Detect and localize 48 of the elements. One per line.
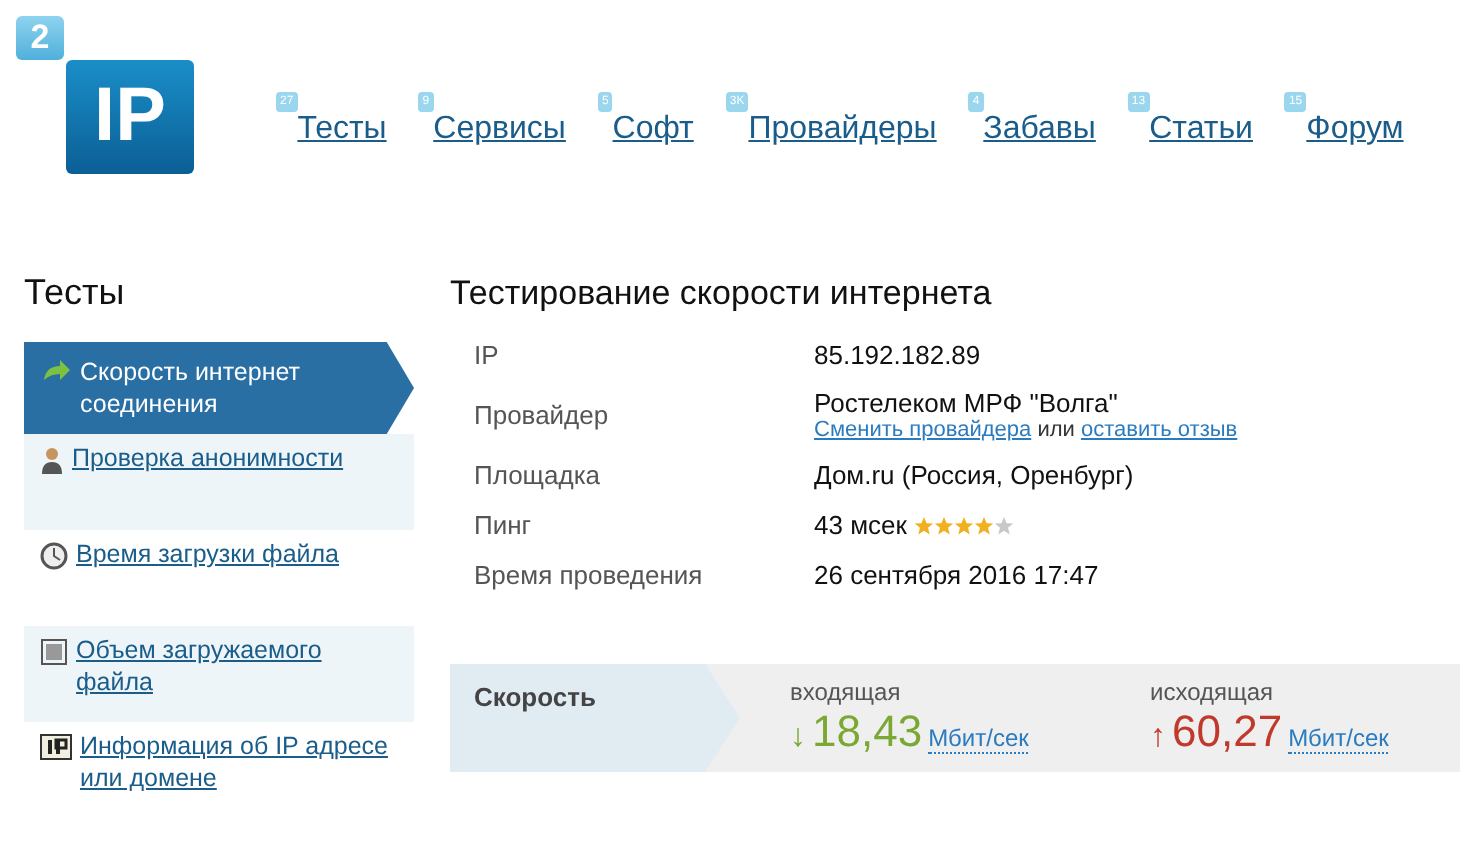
star-icon bbox=[914, 515, 935, 535]
speed-value: 18,43 bbox=[812, 706, 923, 758]
speed-caption: входящая bbox=[790, 678, 903, 706]
field-label: Провайдер bbox=[472, 400, 611, 430]
field-label: IP bbox=[472, 340, 501, 370]
nav-link[interactable]: Форум bbox=[1306, 112, 1404, 148]
speed-header: Скорость bbox=[450, 664, 740, 772]
nav-link[interactable]: Статьи bbox=[1149, 112, 1253, 148]
unit-link[interactable]: Мбит/сек bbox=[1288, 724, 1389, 754]
nav-link[interactable]: Софт bbox=[612, 112, 694, 148]
page-title: Тестирование скорости интернета bbox=[450, 274, 994, 314]
sidebar-item[interactable]: Информация об IP адресе или домене bbox=[24, 722, 414, 818]
arrow-icon bbox=[40, 360, 72, 384]
direction-arrow: ↑ bbox=[1150, 720, 1166, 756]
or-text: или bbox=[1037, 418, 1075, 442]
field-label: Время проведения bbox=[472, 560, 705, 590]
star-icon bbox=[954, 515, 975, 535]
star-icon bbox=[974, 515, 995, 535]
nav-link[interactable]: Сервисы bbox=[433, 112, 566, 148]
direction-arrow: ↓ bbox=[790, 720, 806, 756]
unit-link[interactable]: Мбит/сек bbox=[928, 724, 1029, 754]
review-link[interactable]: оставить отзыв bbox=[1080, 418, 1238, 442]
field-value: 43 мсек bbox=[814, 510, 907, 540]
file-size-icon bbox=[40, 638, 68, 666]
field-label: Пинг bbox=[472, 510, 534, 540]
nav-link[interactable]: Провайдеры bbox=[748, 112, 937, 148]
sidebar-item[interactable]: Скорость интернет соединения bbox=[24, 342, 414, 434]
field-value: Ростелеком МРФ "Волга" bbox=[814, 388, 1118, 418]
nav-link[interactable]: Забавы bbox=[983, 112, 1096, 148]
sidebar-item[interactable]: Объем загружаемого файла bbox=[24, 626, 414, 722]
field-value: 85.192.182.89 bbox=[814, 340, 981, 370]
change-provider-link[interactable]: Сменить провайдера bbox=[814, 418, 1032, 442]
sidebar-item[interactable]: Проверка анонимности bbox=[24, 434, 414, 530]
person-icon bbox=[40, 446, 64, 474]
field-label: Площадка bbox=[472, 460, 603, 490]
star-icon bbox=[934, 515, 955, 535]
sidebar-title: Тесты bbox=[24, 272, 127, 314]
field-value: 26 сентября 2016 17:47 bbox=[814, 560, 1099, 590]
ip-icon bbox=[40, 734, 72, 760]
logo[interactable]: IP bbox=[66, 60, 194, 174]
star-icon bbox=[994, 515, 1015, 535]
logo-badge: 2 bbox=[16, 16, 64, 60]
speed-caption: исходящая bbox=[1150, 678, 1276, 706]
nav-link[interactable]: Тесты bbox=[297, 112, 387, 148]
field-value: Дом.ru (Россия, Оренбург) bbox=[814, 460, 1134, 490]
clock-icon bbox=[40, 542, 68, 570]
sidebar-item[interactable]: Время загрузки файла bbox=[24, 530, 414, 626]
speed-value: 60,27 bbox=[1172, 706, 1283, 758]
